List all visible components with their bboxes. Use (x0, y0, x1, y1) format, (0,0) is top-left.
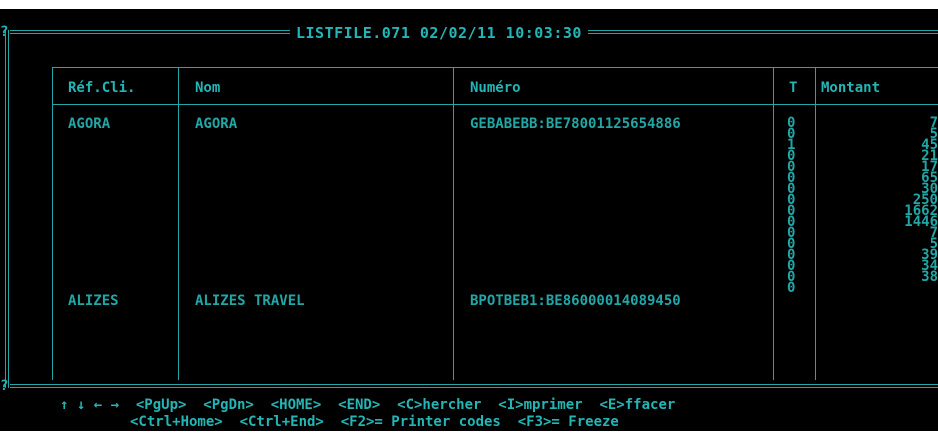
table-col-divider-1 (178, 67, 179, 380)
table-top-border (52, 67, 938, 68)
frame-left-line-2 (8, 30, 9, 388)
bottom-border-strip (0, 431, 938, 441)
table-col-divider-3 (773, 67, 774, 380)
frame-bottom-line-2 (10, 387, 938, 388)
column-header-numero[interactable]: Numéro (470, 80, 521, 96)
column-header-nom[interactable]: Nom (195, 80, 220, 96)
montant-value: 38 (921, 269, 938, 285)
top-border-strip (0, 0, 938, 9)
table-col-divider-4 (815, 67, 816, 380)
column-header-montant[interactable]: Montant (821, 80, 880, 96)
montant-column-values: 7 5 45 21 17 65 30 250 1662 1446 7 5 39 … (904, 116, 938, 285)
table-col-divider-2 (453, 67, 454, 380)
row2-numero[interactable]: BPOTBEB1:BE86000014089450 (470, 293, 681, 309)
frame-bottom-line-1 (10, 384, 938, 385)
row1-numero[interactable]: GEBABEBB:BE78001125654886 (470, 116, 681, 132)
footer-keys-line-2: <Ctrl+Home> <Ctrl+End> <F2>= Printer cod… (130, 414, 619, 430)
column-header-t[interactable]: T (789, 80, 797, 96)
table-header-divider (52, 104, 938, 105)
row2-nom[interactable]: ALIZES TRAVEL (195, 293, 305, 309)
frame-left-line-1 (5, 30, 6, 388)
frame-top-marker: ? (0, 24, 9, 40)
column-header-ref[interactable]: Réf.Cli. (68, 80, 135, 96)
row1-ref[interactable]: AGORA (68, 116, 110, 132)
footer-keys-line-1: ↑ ↓ ← → <PgUp> <PgDn> <HOME> <END> <C>he… (60, 397, 676, 413)
row1-nom[interactable]: AGORA (195, 116, 237, 132)
terminal-screen: ? ? LISTFILE.071 02/02/11 10:03:30 Réf.C… (0, 0, 938, 441)
table-left-border (52, 67, 53, 380)
window-title: LISTFILE.071 02/02/11 10:03:30 (290, 23, 588, 43)
frame-bottom-marker: ? (0, 378, 9, 394)
t-column-values: 0 0 1 0 0 0 0 0 0 0 0 0 0 0 0 0 (787, 116, 796, 296)
t-value: 0 (787, 280, 796, 296)
row2-ref[interactable]: ALIZES (68, 293, 119, 309)
